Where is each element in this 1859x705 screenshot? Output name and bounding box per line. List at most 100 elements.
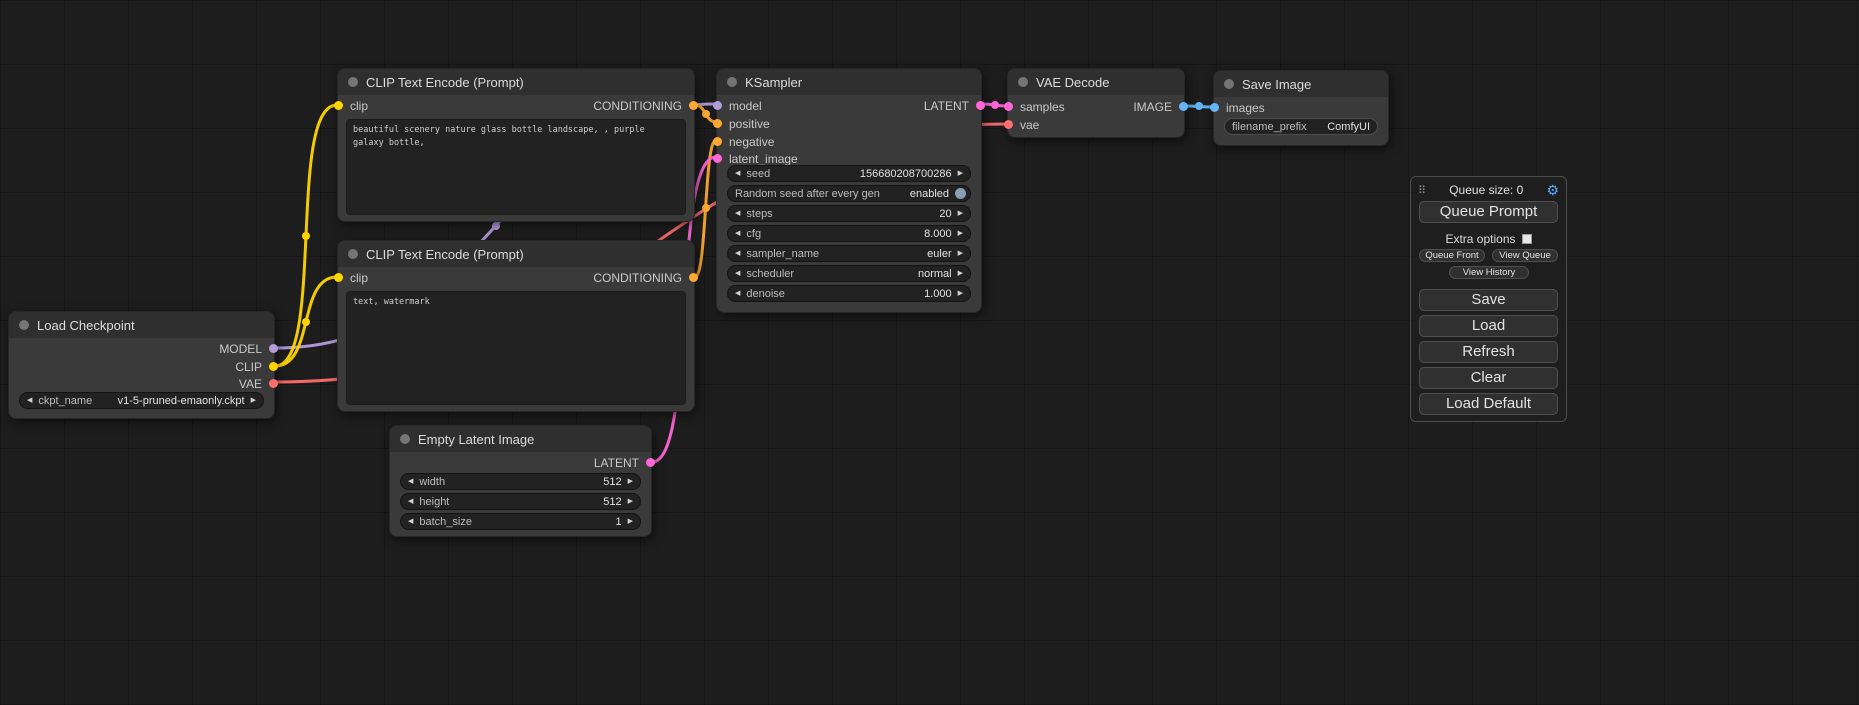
- drag-handle-icon[interactable]: ⠿: [1418, 184, 1426, 197]
- settings-gear-icon[interactable]: ⚙: [1546, 183, 1559, 197]
- conditioning-output-dot[interactable]: [689, 101, 698, 110]
- collapse-dot-icon[interactable]: [348, 249, 358, 259]
- increment-arrow-icon[interactable]: ▶: [628, 498, 633, 505]
- output-slot-clip: CLIP: [235, 358, 274, 375]
- sampler-name-widget[interactable]: ◀ sampler_name euler ▶: [727, 245, 971, 262]
- model-input-dot[interactable]: [713, 101, 722, 110]
- conditioning-output-dot[interactable]: [689, 273, 698, 282]
- increment-arrow-icon[interactable]: ▶: [958, 270, 963, 277]
- collapse-dot-icon[interactable]: [1018, 77, 1028, 87]
- load-default-button[interactable]: Load Default: [1419, 393, 1558, 415]
- node-title-bar[interactable]: CLIP Text Encode (Prompt): [338, 241, 694, 267]
- images-input-dot[interactable]: [1210, 103, 1219, 112]
- slot-label: samples: [1020, 100, 1065, 114]
- node-vae-decode[interactable]: VAE Decode samples vae IMAGE: [1007, 68, 1185, 138]
- node-title: KSampler: [745, 75, 802, 90]
- node-empty-latent-image[interactable]: Empty Latent Image LATENT ◀ width 512 ▶ …: [389, 425, 652, 537]
- widget-label: filename_prefix: [1232, 121, 1307, 133]
- node-ksampler[interactable]: KSampler model positive negative latent_…: [716, 68, 982, 313]
- seed-widget[interactable]: ◀ seed 156680208700286 ▶: [727, 165, 971, 182]
- load-button[interactable]: Load: [1419, 315, 1558, 337]
- increment-arrow-icon[interactable]: ▶: [251, 397, 256, 404]
- node-title-bar[interactable]: VAE Decode: [1008, 69, 1184, 95]
- decrement-arrow-icon[interactable]: ◀: [735, 170, 740, 177]
- decrement-arrow-icon[interactable]: ◀: [408, 518, 413, 525]
- steps-widget[interactable]: ◀ steps 20 ▶: [727, 205, 971, 222]
- output-slot-model: MODEL: [219, 340, 274, 357]
- view-history-button[interactable]: View History: [1449, 266, 1529, 279]
- decrement-arrow-icon[interactable]: ◀: [735, 290, 740, 297]
- increment-arrow-icon[interactable]: ▶: [958, 170, 963, 177]
- node-canvas[interactable]: { "colors": { "model": "#b39ddb", "clip"…: [0, 0, 1859, 705]
- collapse-dot-icon[interactable]: [400, 434, 410, 444]
- latent-output-dot[interactable]: [976, 101, 985, 110]
- latent-output-dot[interactable]: [646, 458, 655, 467]
- node-load-checkpoint[interactable]: Load Checkpoint MODEL CLIP VAE ◀ ckpt_na…: [8, 311, 275, 419]
- decrement-arrow-icon[interactable]: ◀: [735, 270, 740, 277]
- increment-arrow-icon[interactable]: ▶: [958, 250, 963, 257]
- extra-options-checkbox[interactable]: [1522, 234, 1532, 244]
- vae-input-dot[interactable]: [1004, 120, 1013, 129]
- decrement-arrow-icon[interactable]: ◀: [408, 498, 413, 505]
- collapse-dot-icon[interactable]: [19, 320, 29, 330]
- node-clip-text-encode-negative[interactable]: CLIP Text Encode (Prompt) clip CONDITION…: [337, 240, 695, 412]
- increment-arrow-icon[interactable]: ▶: [628, 518, 633, 525]
- decrement-arrow-icon[interactable]: ◀: [408, 478, 413, 485]
- increment-arrow-icon[interactable]: ▶: [958, 290, 963, 297]
- node-title-bar[interactable]: Save Image: [1214, 71, 1388, 97]
- queue-prompt-button[interactable]: Queue Prompt: [1419, 201, 1558, 223]
- positive-prompt-textarea[interactable]: beautiful scenery nature glass bottle la…: [346, 119, 686, 215]
- queue-front-button[interactable]: Queue Front: [1419, 249, 1485, 262]
- filename-prefix-widget[interactable]: filename_prefix ComfyUI: [1224, 118, 1378, 135]
- node-title-bar[interactable]: CLIP Text Encode (Prompt): [338, 69, 694, 95]
- clear-button[interactable]: Clear: [1419, 367, 1558, 389]
- view-queue-button[interactable]: View Queue: [1492, 249, 1558, 262]
- cfg-widget[interactable]: ◀ cfg 8.000 ▶: [727, 225, 971, 242]
- node-title-bar[interactable]: Empty Latent Image: [390, 426, 651, 452]
- positive-input-dot[interactable]: [713, 119, 722, 128]
- collapse-dot-icon[interactable]: [727, 77, 737, 87]
- queue-panel-header[interactable]: ⠿ Queue size: 0 ⚙: [1418, 182, 1559, 198]
- widget-value: 156680208700286: [860, 168, 952, 180]
- widget-label: batch_size: [419, 516, 472, 528]
- node-title-bar[interactable]: Load Checkpoint: [9, 312, 274, 338]
- scheduler-widget[interactable]: ◀ scheduler normal ▶: [727, 265, 971, 282]
- collapse-dot-icon[interactable]: [1224, 79, 1234, 89]
- clip-input-dot[interactable]: [334, 101, 343, 110]
- latent-image-input-dot[interactable]: [713, 154, 722, 163]
- ckpt-name-widget[interactable]: ◀ ckpt_name v1-5-pruned-emaonly.ckpt ▶: [19, 392, 264, 409]
- refresh-button[interactable]: Refresh: [1419, 341, 1558, 363]
- decrement-arrow-icon[interactable]: ◀: [735, 250, 740, 257]
- node-save-image[interactable]: Save Image images filename_prefix ComfyU…: [1213, 70, 1389, 146]
- decrement-arrow-icon[interactable]: ◀: [735, 210, 740, 217]
- widget-value: 8.000: [924, 228, 952, 240]
- collapse-dot-icon[interactable]: [348, 77, 358, 87]
- clip-input-dot[interactable]: [334, 273, 343, 282]
- wire-midpoint-dot: [1195, 102, 1203, 110]
- denoise-widget[interactable]: ◀ denoise 1.000 ▶: [727, 285, 971, 302]
- negative-input-dot[interactable]: [713, 137, 722, 146]
- vae-output-dot[interactable]: [269, 379, 278, 388]
- increment-arrow-icon[interactable]: ▶: [628, 478, 633, 485]
- image-output-dot[interactable]: [1179, 102, 1188, 111]
- samples-input-dot[interactable]: [1004, 102, 1013, 111]
- slot-label: CLIP: [235, 360, 262, 374]
- seed-toggle-dot[interactable]: [955, 188, 966, 199]
- node-clip-text-encode-positive[interactable]: CLIP Text Encode (Prompt) clip CONDITION…: [337, 68, 695, 222]
- node-title-bar[interactable]: KSampler: [717, 69, 981, 95]
- height-widget[interactable]: ◀ height 512 ▶: [400, 493, 641, 510]
- decrement-arrow-icon[interactable]: ◀: [27, 397, 32, 404]
- widget-value: enabled: [910, 188, 949, 200]
- increment-arrow-icon[interactable]: ▶: [958, 230, 963, 237]
- width-widget[interactable]: ◀ width 512 ▶: [400, 473, 641, 490]
- batch-size-widget[interactable]: ◀ batch_size 1 ▶: [400, 513, 641, 530]
- increment-arrow-icon[interactable]: ▶: [958, 210, 963, 217]
- input-slot-model: model: [717, 97, 762, 114]
- wire-midpoint-dot: [702, 110, 710, 118]
- clip-output-dot[interactable]: [269, 362, 278, 371]
- save-button[interactable]: Save: [1419, 289, 1558, 311]
- decrement-arrow-icon[interactable]: ◀: [735, 230, 740, 237]
- model-output-dot[interactable]: [269, 344, 278, 353]
- negative-prompt-textarea[interactable]: text, watermark: [346, 291, 686, 405]
- random-seed-widget[interactable]: Random seed after every gen enabled: [727, 185, 971, 202]
